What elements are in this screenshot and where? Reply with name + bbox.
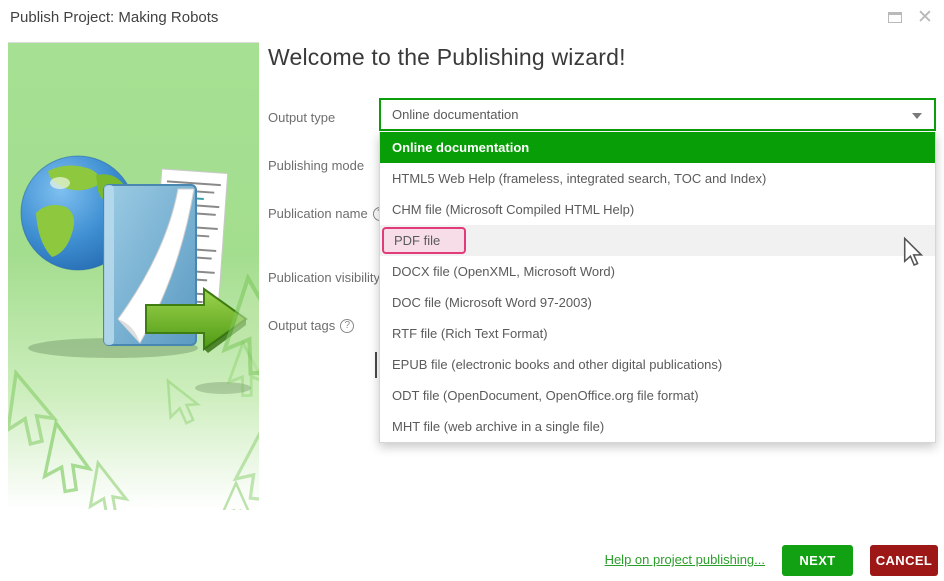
dropdown-item-html5-web-help[interactable]: HTML5 Web Help (frameless, integrated se… [380,163,935,194]
maximize-button[interactable] [878,0,912,34]
dropdown-item-label: RTF file (Rich Text Format) [392,326,548,341]
title-bar: Publish Project: Making Robots ✕ [0,0,944,36]
output-type-combobox-value: Online documentation [392,107,518,122]
cancel-button[interactable]: CANCEL [870,545,938,576]
question-circle-icon[interactable]: ? [340,319,354,333]
publish-project-dialog: Publish Project: Making Robots ✕ [0,0,944,581]
dropdown-item-label: DOCX file (OpenXML, Microsoft Word) [392,264,615,279]
dropdown-item-label: PDF file [394,233,440,248]
output-type-dropdown-list: Online documentation HTML5 Web Help (fra… [379,132,936,443]
dropdown-item-label: CHM file (Microsoft Compiled HTML Help) [392,202,634,217]
publish-illustration-svg [8,43,259,510]
help-on-project-publishing-link[interactable]: Help on project publishing... [605,552,765,567]
label-publication-visibility: Publication visibility [268,270,380,285]
dropdown-item-mht-file[interactable]: MHT file (web archive in a single file) [380,411,935,442]
dropdown-item-docx-file[interactable]: DOCX file (OpenXML, Microsoft Word) [380,256,935,287]
dropdown-item-doc-file[interactable]: DOC file (Microsoft Word 97-2003) [380,287,935,318]
maximize-icon [888,12,902,23]
dropdown-item-rtf-file[interactable]: RTF file (Rich Text Format) [380,318,935,349]
label-output-tags-text: Output tags [268,318,335,333]
label-output-tags: Output tags ? [268,318,354,333]
dropdown-item-label: Online documentation [392,140,529,155]
label-publication-visibility-text: Publication visibility [268,270,380,285]
pdf-file-highlight-box: PDF file [382,227,466,254]
label-publication-name-text: Publication name [268,206,368,221]
hidden-field-edge [375,352,377,378]
close-icon: ✕ [917,8,933,27]
dropdown-item-epub-file[interactable]: EPUB file (electronic books and other di… [380,349,935,380]
dropdown-item-label: EPUB file (electronic books and other di… [392,357,722,372]
page-title: Welcome to the Publishing wizard! [268,44,626,71]
dropdown-item-chm-file[interactable]: CHM file (Microsoft Compiled HTML Help) [380,194,935,225]
mouse-cursor-icon [903,237,925,267]
label-output-type-text: Output type [268,110,335,125]
dropdown-item-label: HTML5 Web Help (frameless, integrated se… [392,171,766,186]
dropdown-item-label: ODT file (OpenDocument, OpenOffice.org f… [392,388,699,403]
chevron-down-icon [912,113,922,119]
label-publishing-mode-text: Publishing mode [268,158,364,173]
output-type-combobox[interactable]: Online documentation [379,98,936,131]
dropdown-item-online-documentation[interactable]: Online documentation [380,132,935,163]
close-button[interactable]: ✕ [908,0,942,34]
publish-illustration [8,42,259,510]
dropdown-item-pdf-file[interactable]: PDF file [380,225,935,256]
label-publication-name: Publication name ? [268,206,387,221]
label-output-type: Output type [268,110,335,125]
window-title: Publish Project: Making Robots [10,9,218,26]
dropdown-item-odt-file[interactable]: ODT file (OpenDocument, OpenOffice.org f… [380,380,935,411]
dropdown-item-label: MHT file (web archive in a single file) [392,419,604,434]
next-button[interactable]: NEXT [782,545,853,576]
label-publishing-mode: Publishing mode [268,158,364,173]
dropdown-item-label: DOC file (Microsoft Word 97-2003) [392,295,592,310]
